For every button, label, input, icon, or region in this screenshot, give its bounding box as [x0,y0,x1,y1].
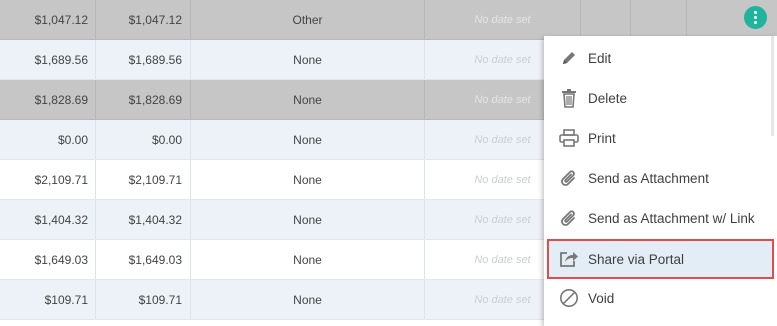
row-actions-kebab-button[interactable] [744,6,767,29]
status-cell: None [191,280,425,319]
menu-item-label: Send as Attachment [588,170,709,186]
menu-item-label: Edit [588,50,612,66]
void-icon [558,287,580,309]
menu-item-void[interactable]: Void [544,278,777,318]
pencil-icon [558,47,580,69]
empty-cell [581,0,631,39]
printer-icon [558,127,580,149]
date-cell: No date set [425,0,581,39]
amount-cell: $109.71 [0,280,96,319]
table-row[interactable]: $1,047.12 $1,047.12 Other No date set [0,0,777,40]
menu-item-share-portal[interactable]: Share via Portal [547,239,774,279]
trash-icon [558,87,580,109]
amount-cell: $1,047.12 [0,0,96,39]
status-cell: None [191,40,425,79]
menu-item-label: Send as Attachment w/ Link [588,210,755,226]
balance-cell: $1,047.12 [96,0,191,39]
status-cell: None [191,200,425,239]
status-cell: None [191,80,425,119]
status-cell: None [191,240,425,279]
menu-item-delete[interactable]: Delete [544,78,777,118]
menu-item-label: Print [588,130,616,146]
status-cell: None [191,120,425,159]
empty-cell [631,0,687,39]
menu-item-label: Share via Portal [588,251,685,267]
menu-item-send-attachment[interactable]: Send as Attachment [544,158,777,198]
menu-item-send-attachment-link[interactable]: Send as Attachment w/ Link [544,198,777,238]
paperclip-icon [558,207,580,229]
balance-cell: $1,689.56 [96,40,191,79]
amount-cell: $1,828.69 [0,80,96,119]
kebab-dot-icon [754,21,757,24]
menu-item-label: Delete [588,90,628,106]
kebab-dot-icon [754,16,757,19]
row-actions-menu: Edit Delete Print Send as Attachment Sen… [544,36,777,326]
paperclip-icon [558,167,580,189]
balance-cell: $2,109.71 [96,160,191,199]
balance-cell: $1,404.32 [96,200,191,239]
balance-cell: $1,649.03 [96,240,191,279]
status-cell: Other [191,0,425,39]
menu-item-edit[interactable]: Edit [544,38,777,78]
balance-cell: $0.00 [96,120,191,159]
amount-cell: $0.00 [0,120,96,159]
amount-cell: $1,689.56 [0,40,96,79]
amount-cell: $1,649.03 [0,240,96,279]
amount-cell: $2,109.71 [0,160,96,199]
share-icon [558,248,580,270]
menu-item-label: Void [588,290,615,306]
amount-cell: $1,404.32 [0,200,96,239]
balance-cell: $109.71 [96,280,191,319]
status-cell: None [191,160,425,199]
menu-item-print[interactable]: Print [544,118,777,158]
kebab-dot-icon [754,11,757,14]
balance-cell: $1,828.69 [96,80,191,119]
